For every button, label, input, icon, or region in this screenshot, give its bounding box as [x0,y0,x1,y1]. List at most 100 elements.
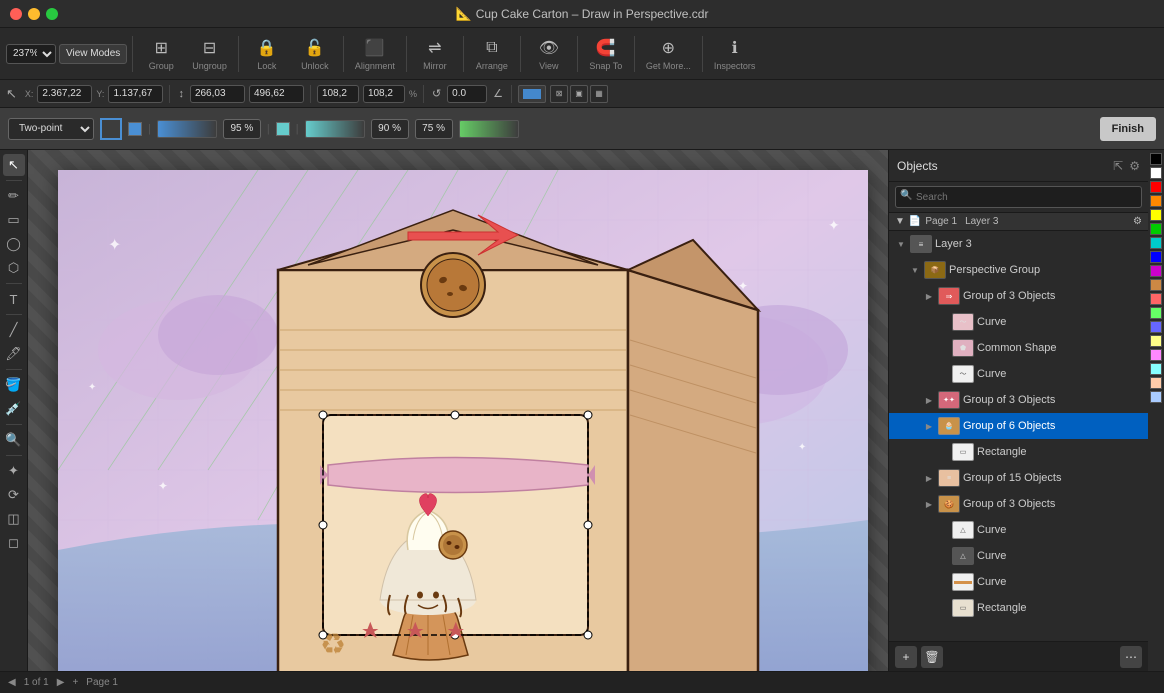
perspective-mode-select[interactable]: Two-point One-point Three-point [8,118,94,140]
tree-group3-1[interactable]: ▶ ⇒ Group of 3 Objects [889,283,1148,309]
transparency-tool[interactable]: ◻ [3,532,25,554]
tree-curve-2[interactable]: ▶ 〜 Curve [889,361,1148,387]
persp-blue-color[interactable] [128,122,142,136]
pen-tool[interactable]: 🖊 [3,343,25,365]
next-page-button[interactable]: ▶ [57,677,65,688]
tree-curve-3[interactable]: ▶ △ Curve [889,517,1148,543]
color-purple[interactable] [1150,265,1162,277]
interactive-tool[interactable]: ✦ [3,460,25,482]
x-input[interactable] [37,85,92,103]
layer3-arrow[interactable]: ▼ [895,240,907,249]
text-tool[interactable]: T [3,288,25,310]
wireframe-icon[interactable]: ⊠ [550,85,568,103]
toolbar-lock-btn[interactable]: 🔒 Lock [244,34,290,73]
enhanced-button[interactable]: View Modes [59,44,127,64]
toolbar-inspectors-btn[interactable]: ℹ Inspectors [708,34,762,73]
toolbar-getmore-btn[interactable]: ⊕ Get More... [640,34,697,73]
opacity3-input[interactable] [415,119,453,139]
tree-curve-1[interactable]: ▶ 〜 Curve [889,309,1148,335]
opacity2-input[interactable] [371,119,409,139]
polygon-tool[interactable]: ⬡ [3,257,25,279]
add-page-button[interactable]: + [72,677,78,688]
color-sky-blue[interactable] [1150,391,1162,403]
color-light-purple[interactable] [1150,349,1162,361]
color-blue[interactable] [1150,251,1162,263]
group6-arrow[interactable]: ▶ [923,422,935,431]
panel-expand-icon[interactable]: ⇱ [1113,159,1123,173]
y-input[interactable] [108,85,163,103]
tree-common-shape[interactable]: ▶ ⬟ Common Shape [889,335,1148,361]
color-yellow[interactable] [1150,209,1162,221]
toolbar-mirror-btn[interactable]: ⇌ Mirror [412,34,458,73]
toolbar-snapto-btn[interactable]: 🧲 Snap To [583,34,629,73]
add-layer-button[interactable]: + [895,646,917,668]
window-controls[interactable] [10,8,58,20]
color-peach[interactable] [1150,377,1162,389]
color-black[interactable] [1150,153,1162,165]
color-red[interactable] [1150,181,1162,193]
canvas-area[interactable]: ✦ ✦ ✦ ✦ ✦ ✦ [28,150,888,671]
color-light-blue[interactable] [1150,321,1162,333]
tree-curve-5[interactable]: ▶ Curve [889,569,1148,595]
group3-2-arrow[interactable]: ▶ [923,396,935,405]
color-light-cyan[interactable] [1150,363,1162,375]
tree-curve-4[interactable]: ▶ △ Curve [889,543,1148,569]
solid-icon[interactable]: ▣ [570,85,588,103]
panel-settings-icon[interactable]: ⚙ [1129,159,1140,173]
fill-color-box[interactable] [518,85,546,103]
zoom-tool[interactable]: 🔍 [3,429,25,451]
width-input[interactable] [190,85,245,103]
color-light-red[interactable] [1150,293,1162,305]
rectangle-tool[interactable]: ▭ [3,209,25,231]
toolbar-ungroup-btn[interactable]: ⊟ Ungroup [186,34,233,73]
blend-tool[interactable]: ⟳ [3,484,25,506]
group15-arrow[interactable]: ▶ [923,474,935,483]
group3-1-arrow[interactable]: ▶ [923,292,935,301]
angle-input[interactable] [447,85,487,103]
finish-button[interactable]: Finish [1100,117,1156,141]
tree-perspective-group[interactable]: ▼ 📦 Perspective Group [889,257,1148,283]
toolbar-view-btn[interactable]: 👁 View [526,34,572,73]
color-light-yellow[interactable] [1150,335,1162,347]
color-brown[interactable] [1150,279,1162,291]
art-canvas[interactable]: ✦ ✦ ✦ ✦ ✦ ✦ [58,170,868,671]
color-green[interactable] [1150,223,1162,235]
shadow-tool[interactable]: ◫ [3,508,25,530]
maximize-button[interactable] [46,8,58,20]
close-button[interactable] [10,8,22,20]
ellipse-tool[interactable]: ◯ [3,233,25,255]
delete-layer-button[interactable]: 🗑 [921,646,943,668]
height2-input[interactable] [363,85,405,103]
line-tool[interactable]: ╱ [3,319,25,341]
tree-group3-2[interactable]: ▶ ✦✦ Group of 3 Objects [889,387,1148,413]
color-light-green[interactable] [1150,307,1162,319]
tree-group15[interactable]: ▶ ≡ Group of 15 Objects [889,465,1148,491]
color-orange[interactable] [1150,195,1162,207]
layer-expand-arrow[interactable]: ▼ [895,216,905,227]
tree-group6[interactable]: ▶ 🧁 Group of 6 Objects [889,413,1148,439]
tree-layer3[interactable]: ▼ ≡ Layer 3 [889,231,1148,257]
shaded-icon[interactable]: ▦ [590,85,608,103]
toolbar-unlock-btn[interactable]: 🔓 Unlock [292,34,338,73]
persp-green-color[interactable] [276,122,290,136]
prev-page-button[interactable]: ◀ [8,677,16,688]
group3-3-arrow[interactable]: ▶ [923,500,935,509]
minimize-button[interactable] [28,8,40,20]
opacity1-input[interactable] [223,119,261,139]
toolbar-alignment-btn[interactable]: ⬛ Alignment [349,34,401,73]
tree-rectangle-2[interactable]: ▶ ▭ Rectangle [889,595,1148,621]
height-input[interactable] [249,85,304,103]
color-white[interactable] [1150,167,1162,179]
search-input[interactable] [895,186,1142,208]
color-cyan[interactable] [1150,237,1162,249]
tree-group3-3[interactable]: ▶ 🍪 Group of 3 Objects [889,491,1148,517]
freehand-tool[interactable]: ✏ [3,185,25,207]
width2-input[interactable] [317,85,359,103]
perspective-color-box-1[interactable] [100,118,122,140]
layer-settings-icon[interactable]: ⚙ [1133,216,1142,227]
zoom-select[interactable]: 237%100%150%200% [6,44,56,64]
toolbar-arrange-btn[interactable]: ⧉ Arrange [469,34,515,73]
footer-settings-button[interactable]: ⋯ [1120,646,1142,668]
eyedropper-tool[interactable]: 💉 [3,398,25,420]
tree-rectangle-1[interactable]: ▶ ▭ Rectangle [889,439,1148,465]
